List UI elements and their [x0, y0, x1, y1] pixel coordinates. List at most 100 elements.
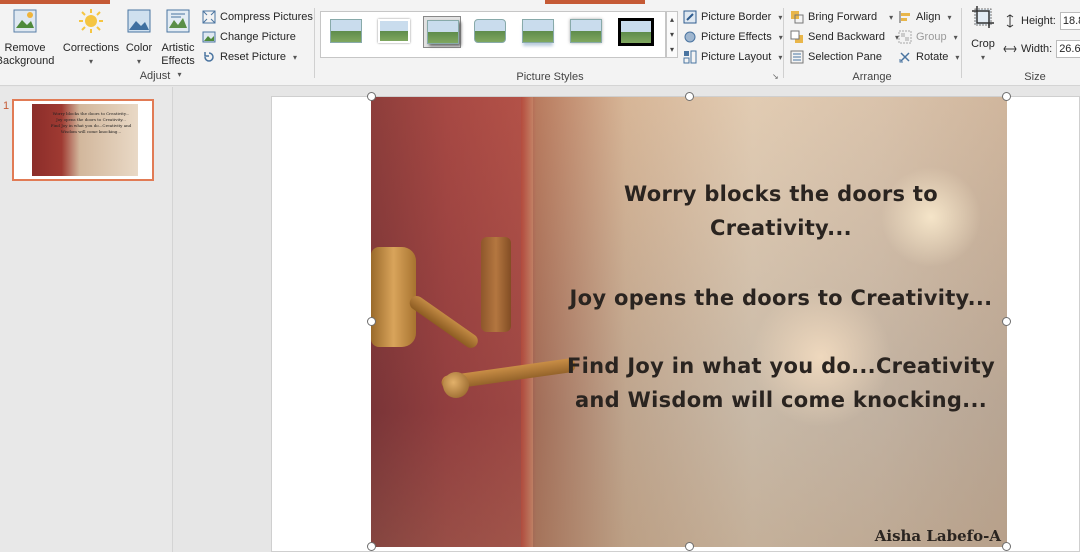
sun-icon	[79, 9, 103, 33]
selection-pane-label: Selection Pane	[808, 51, 882, 63]
quote-line-3: Find Joy in what you do...Creativity and…	[566, 354, 995, 412]
picture-effects-button[interactable]: Picture Effects ▾	[683, 28, 783, 46]
align-icon	[899, 11, 910, 23]
height-control: Height: 18.8	[1003, 12, 1080, 30]
picture-style-simple-frame[interactable]	[327, 16, 365, 48]
door-edge	[521, 97, 533, 547]
send-backward-label: Send Backward	[808, 31, 886, 43]
picture-style-white-frame[interactable]	[375, 16, 413, 48]
thumbnail-text: Worry blocks the doors to Creativity... …	[50, 111, 132, 135]
crop-button[interactable]: Crop ▾	[966, 4, 1000, 64]
door-handle-arm	[406, 293, 481, 351]
resize-handle-bottom[interactable]	[685, 542, 694, 551]
picture-style-soft-edge[interactable]	[567, 16, 605, 48]
resize-handle-bottom-left[interactable]	[367, 542, 376, 551]
resize-handle-bottom-right[interactable]	[1002, 542, 1011, 551]
artistic-effects-icon	[166, 9, 190, 33]
picture-layout-icon	[683, 50, 697, 64]
chevron-down-icon: ▾	[953, 32, 958, 42]
door-handle-back	[481, 237, 511, 332]
selection-pane-icon	[790, 50, 804, 64]
remove-background-label: Remove Background	[0, 42, 55, 67]
resize-handle-right[interactable]	[1002, 317, 1011, 326]
artistic-effects-label: Artistic Effects	[161, 42, 195, 67]
bring-forward-icon	[791, 11, 804, 24]
door-handle-knob	[443, 372, 469, 398]
remove-background-icon	[13, 9, 37, 33]
height-input[interactable]: 18.8	[1059, 12, 1080, 30]
thumbnail-quote-line3: Find Joy in what you do...Creativity and…	[50, 123, 132, 134]
picture-border-icon	[683, 10, 697, 24]
rotate-button[interactable]: Rotate ▾	[898, 48, 959, 66]
rotate-icon	[899, 52, 910, 63]
selected-picture[interactable]: Worry blocks the doors to Creativity... …	[371, 97, 1007, 547]
picture-style-rounded[interactable]	[471, 16, 509, 48]
chevron-down-icon: ▾	[980, 53, 985, 62]
color-label: Color	[125, 42, 153, 54]
group-divider	[314, 8, 315, 78]
chevron-down-icon: ▾	[778, 12, 783, 22]
gallery-scroll[interactable]: ▴ ▾ ▾	[666, 11, 678, 58]
bring-forward-button[interactable]: Bring Forward ▾	[790, 8, 893, 26]
corrections-button[interactable]: Corrections ▾	[62, 8, 120, 68]
picture-style-shadow[interactable]	[423, 16, 461, 48]
send-backward-button[interactable]: Send Backward ▾	[790, 28, 899, 46]
corrections-label: Corrections	[62, 42, 120, 54]
resize-handle-top-right[interactable]	[1002, 92, 1011, 101]
chevron-down-icon: ▾	[136, 57, 141, 66]
change-picture-button[interactable]: Change Picture	[202, 28, 296, 46]
width-label: Width:	[1021, 43, 1053, 55]
change-picture-icon	[202, 31, 216, 43]
picture-style-thick-black[interactable]	[617, 16, 655, 48]
crop-label: Crop	[971, 38, 995, 50]
picture-effects-label: Picture Effects	[701, 31, 772, 43]
align-button[interactable]: Align ▾	[898, 8, 951, 26]
dialog-launcher-icon[interactable]: ↘	[772, 72, 779, 81]
chevron-down-icon: ▾	[88, 57, 93, 66]
crop-icon	[972, 6, 994, 28]
height-label: Height:	[1021, 15, 1056, 27]
ribbon-accent-line	[545, 0, 645, 4]
chevron-down-icon: ▾	[889, 12, 894, 22]
chevron-down-icon: ▾	[293, 52, 298, 62]
remove-background-button[interactable]: Remove Background	[0, 8, 58, 68]
compress-pictures-button[interactable]: Compress Pictures	[202, 8, 313, 26]
resize-handle-top[interactable]	[685, 92, 694, 101]
send-backward-icon	[790, 30, 803, 43]
picture-layout-label: Picture Layout	[701, 51, 772, 63]
reset-picture-label: Reset Picture	[220, 51, 287, 63]
reset-picture-icon	[204, 52, 214, 62]
quote-author: Aisha Labefo-A	[874, 527, 1001, 545]
group-button[interactable]: Group ▾	[898, 28, 958, 46]
picture-styles-group-label: Picture Styles	[516, 71, 584, 83]
quote-line-2: Joy opens the doors to Creativity...	[569, 286, 993, 310]
quote-line-1: Worry blocks the doors to Creativity...	[624, 182, 938, 240]
rotate-label: Rotate	[916, 51, 949, 63]
change-picture-label: Change Picture	[220, 31, 296, 43]
width-input[interactable]: 26.6	[1056, 40, 1080, 58]
chevron-down-icon: ▾	[947, 12, 952, 22]
bring-forward-label: Bring Forward	[808, 11, 878, 23]
picture-styles-gallery	[320, 11, 666, 58]
picture-style-reflected[interactable]	[519, 16, 557, 48]
chevron-down-icon: ▾	[778, 52, 783, 62]
picture-effects-icon	[684, 31, 696, 43]
resize-handle-top-left[interactable]	[367, 92, 376, 101]
picture-layout-button[interactable]: Picture Layout ▾	[683, 48, 782, 66]
size-group-label: Size	[1024, 71, 1046, 83]
adjust-group-label: Adjust	[139, 70, 171, 82]
color-button[interactable]: Color ▾	[123, 8, 155, 68]
group-icon	[898, 30, 912, 44]
reset-picture-button[interactable]: Reset Picture ▾	[202, 48, 297, 66]
picture-border-button[interactable]: Picture Border ▾	[683, 8, 782, 26]
selection-pane-button[interactable]: Selection Pane	[790, 48, 882, 66]
align-label: Align	[916, 11, 941, 23]
height-icon	[1006, 14, 1014, 28]
group-divider	[961, 8, 962, 78]
arrange-group-label: Arrange	[852, 71, 892, 83]
color-picture-icon	[127, 9, 151, 33]
resize-handle-left[interactable]	[367, 317, 376, 326]
chevron-down-icon: ▾	[955, 52, 960, 62]
slides-panel: 1 Worry blocks the doors to Creativity..…	[0, 87, 173, 552]
slide-thumbnail[interactable]: Worry blocks the doors to Creativity... …	[12, 99, 154, 181]
